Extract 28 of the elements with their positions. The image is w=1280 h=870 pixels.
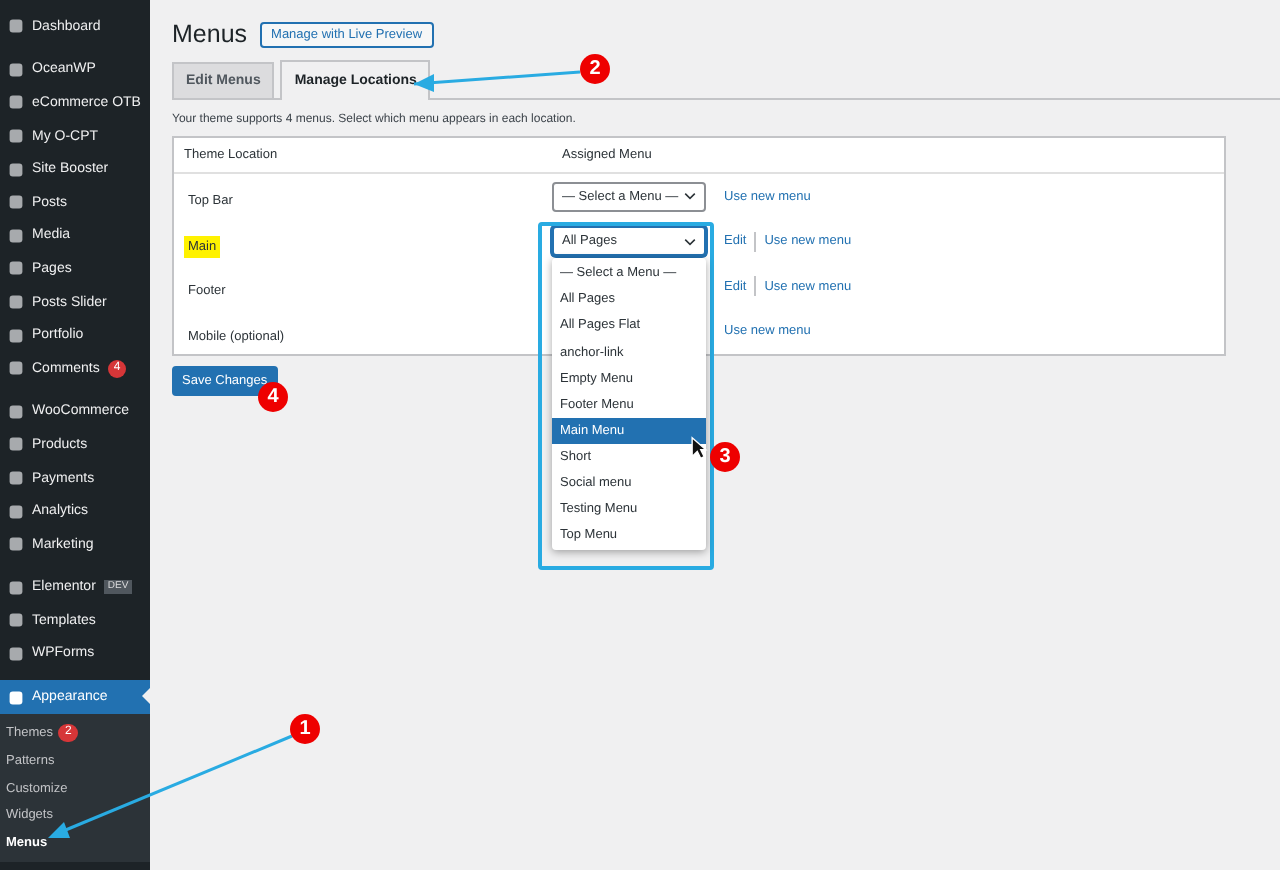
chevron-icon <box>684 192 696 201</box>
square-icon <box>8 128 24 145</box>
square-icon <box>8 503 24 520</box>
square-icon <box>8 436 24 453</box>
chevron-icon <box>684 237 696 246</box>
square-icon <box>8 360 24 377</box>
square-icon <box>8 227 24 244</box>
square-icon <box>8 61 24 78</box>
step-number: 3 <box>710 442 740 472</box>
square-icon <box>8 18 24 35</box>
square-icon <box>8 645 24 662</box>
square-icon <box>8 403 24 420</box>
square-icon <box>8 94 24 111</box>
square-icon <box>8 194 24 211</box>
page-title: Menus <box>172 20 248 48</box>
square-icon <box>8 689 24 706</box>
square-icon <box>8 327 24 344</box>
step-number: 2 <box>580 54 610 84</box>
square-icon <box>8 579 24 596</box>
square-icon <box>8 470 24 487</box>
square-icon <box>8 536 24 553</box>
square-icon <box>8 161 24 178</box>
step-number: 4 <box>258 382 288 412</box>
square-icon <box>8 612 24 629</box>
step-number: 1 <box>290 714 320 744</box>
square-icon <box>8 260 24 277</box>
pointer-notch <box>142 688 150 705</box>
square-icon <box>8 294 24 311</box>
